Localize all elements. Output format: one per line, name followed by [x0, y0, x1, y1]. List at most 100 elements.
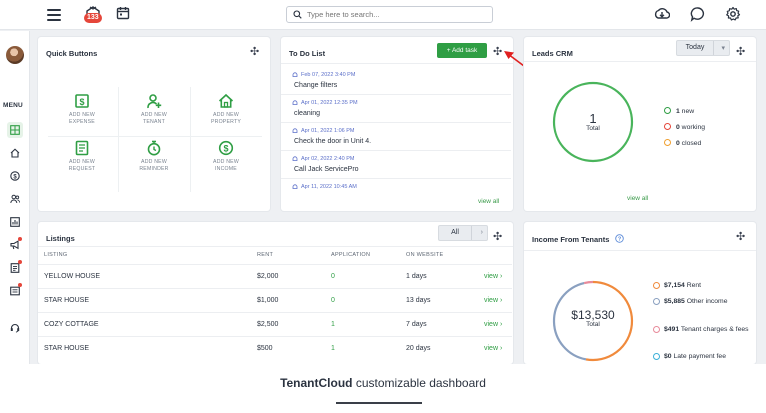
- documents-icon[interactable]: [7, 260, 23, 276]
- leads-view-all-link[interactable]: view all: [627, 195, 648, 202]
- dashboard-app: 133 MENU $: [0, 0, 766, 364]
- add-new-expense-button[interactable]: $ ADD NEW EXPENSE: [47, 93, 117, 126]
- income-legend-late-fee: $0 Late payment fee: [653, 352, 756, 361]
- qb-label-line1: ADD NEW: [213, 159, 239, 165]
- caption-brand: TenantCloud: [280, 376, 353, 390]
- properties-house-icon[interactable]: [7, 145, 23, 161]
- listing-applications: 0: [331, 297, 335, 304]
- leads-period-value: Today: [685, 44, 705, 51]
- view-link[interactable]: view ›: [484, 297, 502, 304]
- todo-item[interactable]: Apr 01, 2022 12:35 PM cleaning: [281, 95, 511, 123]
- search-input[interactable]: [307, 8, 487, 21]
- todo-text: Change filters: [294, 82, 338, 89]
- add-new-reminder-button[interactable]: ADD NEW REMINDER: [119, 140, 189, 173]
- table-row[interactable]: STAR HOUSE $1,000 0 13 days view ›: [38, 288, 512, 312]
- income-legend-rent: $7,154 Rent: [653, 281, 756, 290]
- status-ring-icon: [653, 298, 660, 305]
- user-avatar[interactable]: [6, 46, 24, 64]
- leads-legend-working: 0 working: [664, 123, 705, 131]
- listing-name: STAR HOUSE: [44, 345, 89, 352]
- todo-date: Apr 02, 2022 2:40 PM: [301, 156, 355, 162]
- add-task-button[interactable]: + Add task: [437, 43, 487, 58]
- leads-total-value: 1: [589, 111, 597, 126]
- hamburger-menu-icon[interactable]: [45, 6, 63, 24]
- search-box[interactable]: [286, 6, 493, 23]
- todo-date: Apr 01, 2022 12:35 PM: [301, 100, 358, 106]
- listings-filter-select[interactable]: All ›: [438, 225, 488, 241]
- column-header-application: APPLICATION: [331, 252, 371, 258]
- todo-item[interactable]: Apr 01, 2022 1:06 PM Check the door in U…: [281, 123, 511, 151]
- qb-label-line2: EXPENSE: [69, 119, 95, 125]
- settings-gear-icon[interactable]: [725, 6, 743, 24]
- marketing-megaphone-icon[interactable]: [7, 237, 23, 253]
- add-new-income-button[interactable]: $ ADD NEW INCOME: [191, 140, 261, 173]
- view-link[interactable]: view ›: [484, 273, 502, 280]
- income-title: Income From Tenants ?: [532, 234, 625, 244]
- grid-divider: [48, 136, 262, 137]
- chevron-right-icon: ›: [480, 229, 483, 236]
- listing-rent: $1,000: [257, 297, 279, 304]
- drag-handle-icon[interactable]: ✣: [736, 232, 745, 243]
- drag-handle-icon[interactable]: ✣: [250, 47, 259, 58]
- bell-icon: [292, 100, 298, 105]
- tenants-users-icon[interactable]: [7, 191, 23, 207]
- listing-name: YELLOW HOUSE: [44, 273, 101, 280]
- status-ring-icon: [653, 353, 660, 360]
- listing-applications: 1: [331, 345, 335, 352]
- sidebar: MENU $: [0, 31, 30, 364]
- add-new-tenant-button[interactable]: ADD NEW TENANT: [119, 93, 189, 126]
- listings-filter-value: All: [451, 229, 459, 236]
- quick-buttons-card: Quick Buttons ✣ $ ADD NEW EXPENSE ADD NEW…: [38, 37, 270, 211]
- reports-chart-icon[interactable]: [7, 214, 23, 230]
- support-headset-icon[interactable]: [7, 320, 23, 336]
- download-icon[interactable]: [654, 6, 672, 24]
- status-ring-icon: [653, 282, 660, 289]
- chat-icon[interactable]: [690, 6, 708, 24]
- bell-icon: [292, 184, 298, 189]
- listing-rent: $500: [257, 345, 273, 352]
- listings-board-icon[interactable]: [7, 283, 23, 299]
- view-link[interactable]: view ›: [484, 321, 502, 328]
- caption-underline: [336, 402, 422, 404]
- dashboard-icon[interactable]: [7, 122, 23, 138]
- table-row[interactable]: STAR HOUSE $500 1 20 days view ›: [38, 336, 512, 360]
- listing-days: 1 days: [406, 273, 427, 280]
- listing-name: STAR HOUSE: [44, 297, 89, 304]
- todo-item[interactable]: Apr 11, 2022 10:45 AM: [281, 179, 511, 207]
- leads-period-select[interactable]: Today ▾: [676, 40, 730, 56]
- calendar-icon[interactable]: [116, 6, 134, 24]
- qb-label-line1: ADD NEW: [141, 112, 167, 118]
- help-icon[interactable]: ?: [615, 234, 625, 243]
- todo-text: cleaning: [294, 110, 321, 117]
- caption-text: customizable dashboard: [352, 376, 486, 390]
- bell-icon: [292, 72, 298, 77]
- dollar-circle-icon: $: [218, 140, 234, 156]
- request-doc-icon: [75, 140, 89, 156]
- income-card: Income From Tenants ? ✣ $13,530 Total $7…: [524, 222, 756, 364]
- drag-handle-icon[interactable]: ✣: [493, 232, 502, 243]
- drag-handle-icon[interactable]: ✣: [736, 47, 745, 58]
- todo-view-all-link[interactable]: view all: [478, 198, 499, 205]
- bell-icon: [292, 128, 298, 133]
- add-new-request-button[interactable]: ADD NEW REQUEST: [47, 140, 117, 173]
- bell-icon: [292, 156, 298, 161]
- table-row[interactable]: YELLOW HOUSE $2,000 0 1 days view ›: [38, 264, 512, 288]
- todo-item[interactable]: Feb 07, 2022 3:40 PM Change filters: [281, 67, 511, 95]
- todo-item[interactable]: Apr 02, 2022 2:40 PM Call Jack ServicePr…: [281, 151, 511, 179]
- income-total-value: $13,530: [571, 308, 615, 322]
- add-new-property-button[interactable]: ADD NEW PROPERTY: [191, 93, 261, 126]
- status-ring-icon: [664, 139, 671, 146]
- table-row[interactable]: COZY COTTAGE $2,500 1 7 days view ›: [38, 312, 512, 336]
- qb-label-line2: PROPERTY: [210, 119, 242, 125]
- qb-label-line1: ADD NEW: [141, 159, 167, 165]
- payments-dollar-icon[interactable]: $: [7, 168, 23, 184]
- notification-badge: 133: [84, 13, 102, 23]
- view-link[interactable]: view ›: [484, 345, 502, 352]
- menu-label: MENU: [3, 102, 23, 109]
- income-donut-slice: [583, 280, 594, 285]
- caption: TenantCloud customizable dashboard: [0, 376, 766, 390]
- qb-label-line1: ADD NEW: [69, 112, 95, 118]
- svg-text:$: $: [223, 144, 228, 154]
- listing-days: 13 days: [406, 297, 431, 304]
- qb-label-line2: INCOME: [215, 166, 237, 172]
